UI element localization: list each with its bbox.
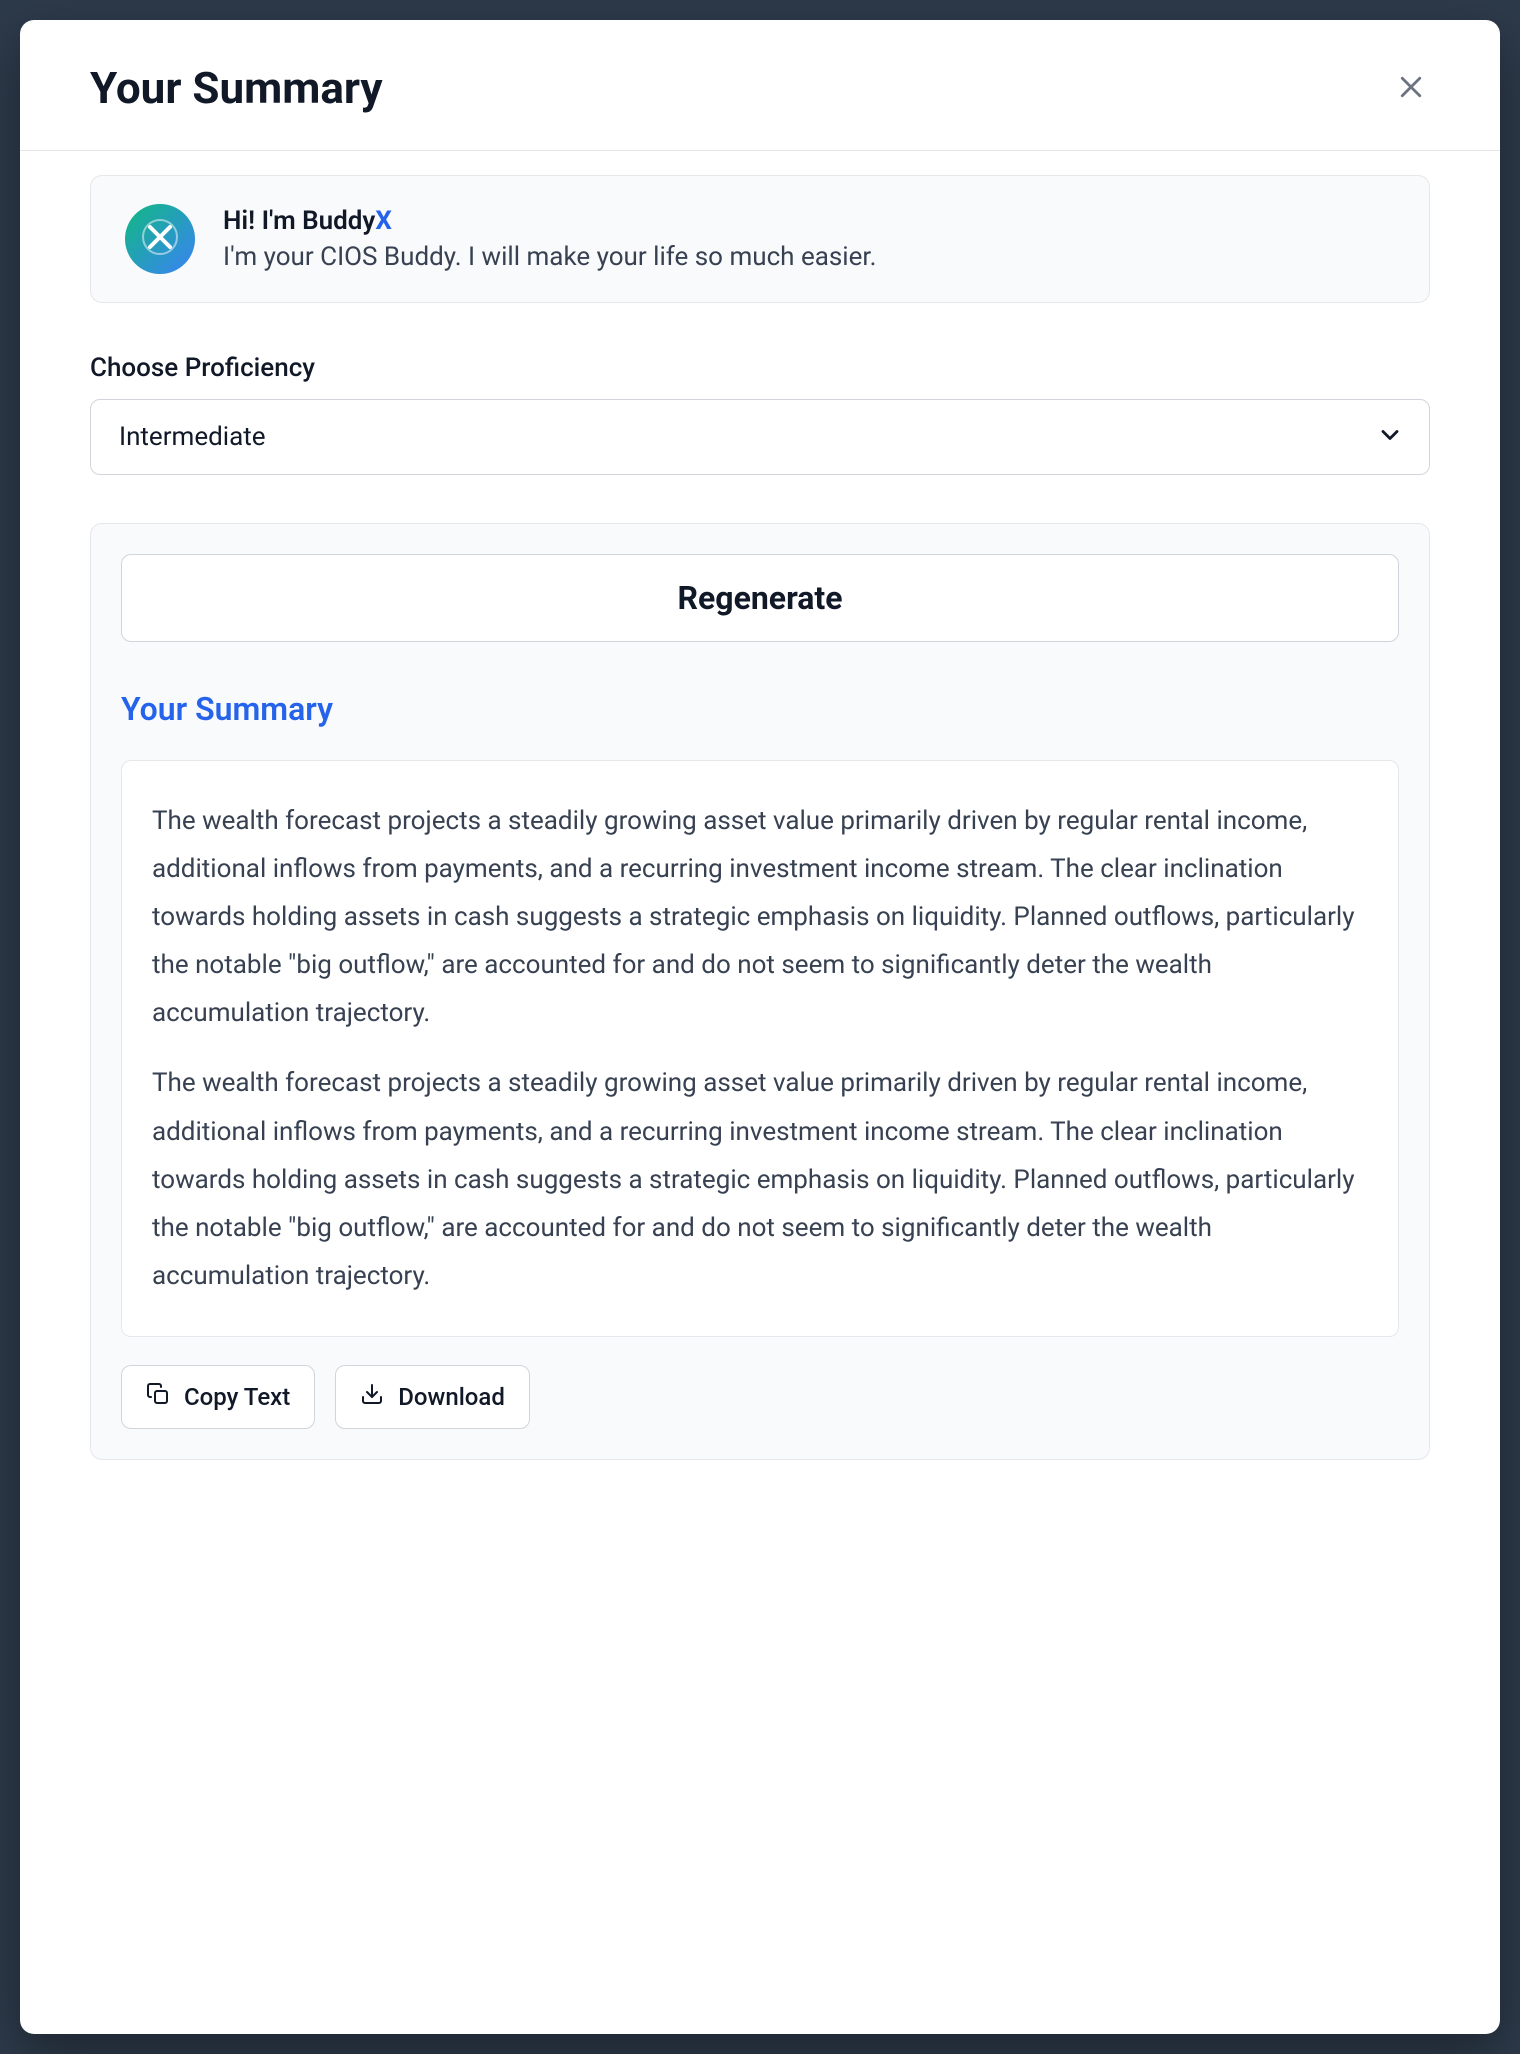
modal-title: Your Summary xyxy=(90,62,383,114)
intro-heading: Hi! I'm BuddyX xyxy=(223,206,1395,236)
summary-text-box: The wealth forecast projects a steadily … xyxy=(121,760,1399,1337)
copy-text-label: Copy Text xyxy=(184,1383,290,1411)
summary-heading: Your Summary xyxy=(121,690,1399,728)
intro-greeting-accent: X xyxy=(375,206,392,236)
proficiency-select[interactable]: Intermediate xyxy=(90,399,1430,475)
summary-modal: Your Summary Hi! I'm BuddyX xyxy=(20,20,1500,2034)
download-button[interactable]: Download xyxy=(335,1365,530,1429)
proficiency-label: Choose Proficiency xyxy=(90,353,1430,383)
intro-subtitle: I'm your CIOS Buddy. I will make your li… xyxy=(223,242,1395,272)
intro-box: Hi! I'm BuddyX I'm your CIOS Buddy. I wi… xyxy=(90,175,1430,303)
avatar xyxy=(125,204,195,274)
close-icon xyxy=(1396,72,1426,105)
copy-text-button[interactable]: Copy Text xyxy=(121,1365,315,1429)
close-button[interactable] xyxy=(1392,68,1430,109)
summary-paragraph: The wealth forecast projects a steadily … xyxy=(152,797,1368,1037)
action-row: Copy Text Download xyxy=(121,1365,1399,1429)
download-label: Download xyxy=(398,1383,505,1411)
modal-body: Hi! I'm BuddyX I'm your CIOS Buddy. I wi… xyxy=(20,151,1500,2034)
copy-icon xyxy=(146,1382,170,1412)
intro-greeting: Hi! I'm Buddy xyxy=(223,206,375,236)
download-icon xyxy=(360,1382,384,1412)
regenerate-button[interactable]: Regenerate xyxy=(121,554,1399,642)
intro-text: Hi! I'm BuddyX I'm your CIOS Buddy. I wi… xyxy=(223,206,1395,272)
summary-paragraph: The wealth forecast projects a steadily … xyxy=(152,1059,1368,1299)
proficiency-select-wrap: Intermediate xyxy=(90,399,1430,475)
modal-header: Your Summary xyxy=(20,20,1500,151)
buddy-x-icon xyxy=(140,217,180,261)
summary-card: Regenerate Your Summary The wealth forec… xyxy=(90,523,1430,1460)
